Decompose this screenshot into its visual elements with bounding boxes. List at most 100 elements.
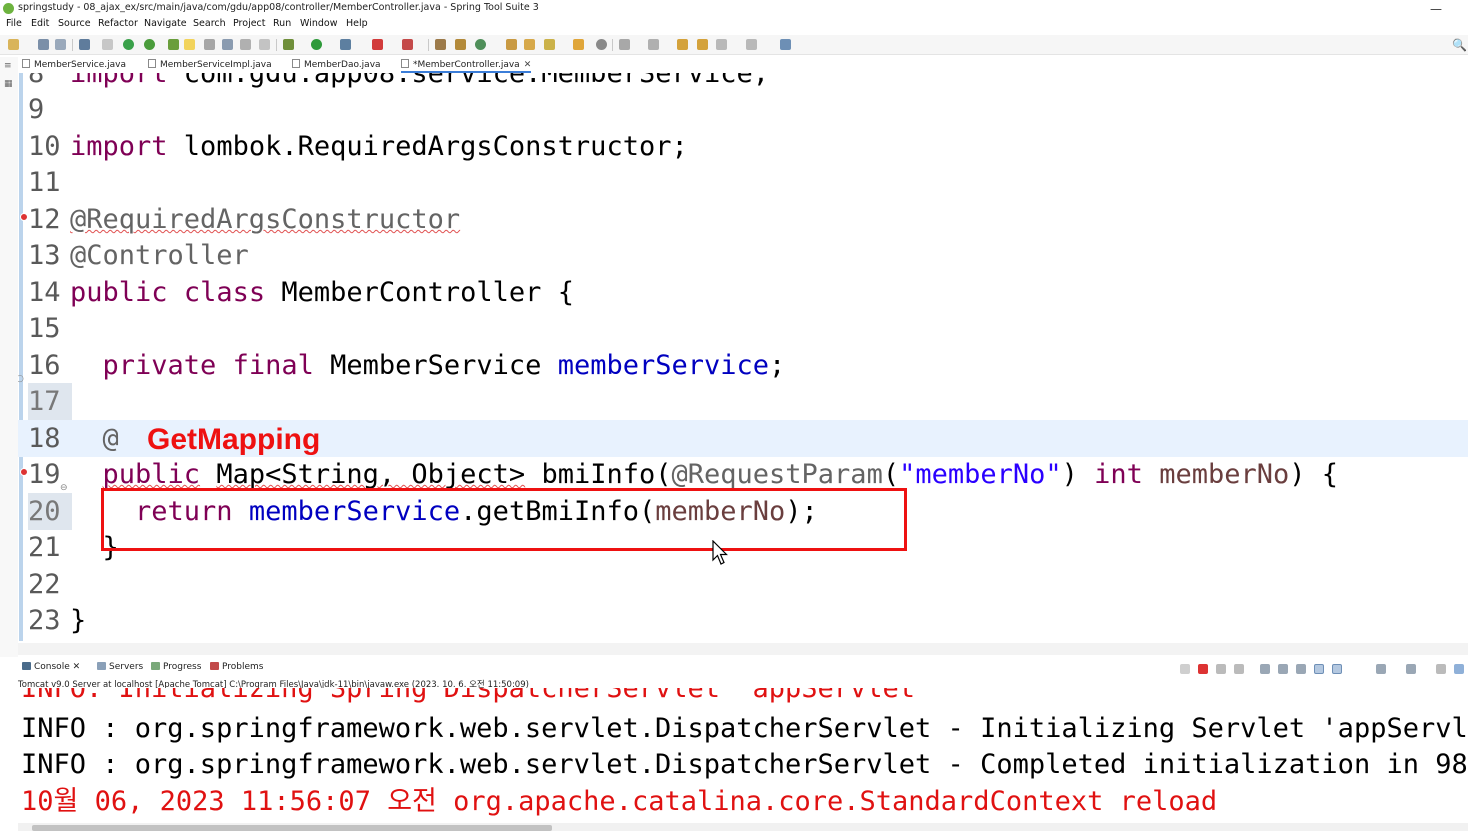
- console-icon: [22, 662, 31, 670]
- terminate-icon[interactable]: [1198, 664, 1208, 674]
- code-line[interactable]: 23 }: [18, 602, 1468, 639]
- editor-horizontal-scrollbar[interactable]: [18, 643, 1468, 655]
- maximize-view-icon[interactable]: [1454, 664, 1464, 674]
- code-text: import com.gdu.app08.service.MemberServi…: [70, 73, 769, 89]
- tab-memberserviceimpl[interactable]: MemberServiceImpl.java: [148, 57, 272, 73]
- code-line[interactable]: 22: [18, 566, 1468, 603]
- progress-icon: [151, 662, 160, 670]
- code-line[interactable]: 11: [18, 164, 1468, 201]
- menu-run[interactable]: Run: [273, 18, 291, 29]
- minimize-icon[interactable]: —: [1430, 2, 1442, 16]
- save-all-icon[interactable]: [55, 39, 66, 50]
- restore-icon[interactable]: ≡: [4, 61, 12, 71]
- terminal-icon[interactable]: [79, 39, 90, 50]
- debug-icon[interactable]: [168, 39, 179, 50]
- menu-bar: File Edit Source Refactor Navigate Searc…: [0, 18, 1468, 34]
- tab-membercontroller[interactable]: *MemberController.java ✕: [401, 57, 532, 73]
- globe-icon[interactable]: [596, 39, 607, 50]
- code-text: @RequiredArgsConstructor: [70, 204, 461, 235]
- previous-annotation-icon[interactable]: [648, 39, 659, 50]
- code-line[interactable]: 15: [18, 310, 1468, 347]
- mark-occurrences-icon[interactable]: [184, 39, 195, 50]
- terminate-relaunch-icon[interactable]: [1180, 664, 1190, 674]
- menu-search[interactable]: Search: [193, 18, 226, 29]
- console-output[interactable]: INFO: Initializing Spring DispatcherServ…: [18, 688, 1468, 823]
- publish-icon[interactable]: [402, 39, 413, 50]
- package-explorer-icon[interactable]: ▦: [4, 79, 13, 89]
- tab-servers[interactable]: Servers: [97, 662, 143, 672]
- paragraph-icon[interactable]: [259, 39, 270, 50]
- open-console-icon[interactable]: [1406, 664, 1416, 674]
- menu-project[interactable]: Project: [233, 18, 266, 29]
- line-number: 17: [28, 383, 72, 420]
- toggle-block-icon[interactable]: [204, 39, 215, 50]
- tab-progress[interactable]: Progress: [151, 662, 201, 672]
- scrollbar-thumb[interactable]: [32, 825, 552, 831]
- new-icon[interactable]: [8, 39, 19, 50]
- external-tools-icon[interactable]: [283, 39, 294, 50]
- code-line[interactable]: 8 import com.gdu.app08.service.MemberSer…: [18, 73, 1468, 92]
- code-line[interactable]: 14 public class MemberController {: [18, 274, 1468, 311]
- minimize-view-icon[interactable]: [1436, 664, 1446, 674]
- skip-breakpoints-icon[interactable]: [102, 39, 113, 50]
- word-wrap-icon[interactable]: [1296, 664, 1306, 674]
- menu-window[interactable]: Window: [300, 18, 337, 29]
- java-file-icon: [22, 59, 30, 68]
- code-line[interactable]: 17: [18, 383, 1468, 420]
- spring-boot-dashboard-icon[interactable]: [123, 39, 134, 50]
- main-toolbar: 🔍: [0, 35, 1468, 55]
- code-line[interactable]: ○ 16 private final MemberService memberS…: [18, 347, 1468, 384]
- next-annotation-icon[interactable]: [619, 39, 630, 50]
- tab-label: Servers: [109, 662, 144, 672]
- show-on-stderr-icon[interactable]: [1332, 664, 1342, 674]
- menu-edit[interactable]: Edit: [31, 18, 49, 29]
- stop-server-icon[interactable]: [372, 39, 383, 50]
- back-icon[interactable]: [716, 39, 727, 50]
- open-perspective-icon[interactable]: [780, 39, 791, 50]
- run-icon[interactable]: [311, 39, 322, 50]
- last-edit-icon[interactable]: [677, 39, 688, 50]
- forward-icon[interactable]: [746, 39, 757, 50]
- remove-all-icon[interactable]: [1234, 664, 1244, 674]
- scroll-lock-icon[interactable]: [1278, 664, 1288, 674]
- open-type-icon[interactable]: [506, 39, 517, 50]
- error-marker-icon[interactable]: [20, 468, 28, 476]
- new-java-project-icon[interactable]: [435, 39, 446, 50]
- remove-launch-icon[interactable]: [1216, 664, 1226, 674]
- code-editor[interactable]: 8 import com.gdu.app08.service.MemberSer…: [18, 73, 1468, 641]
- run-configurations-icon[interactable]: [340, 39, 351, 50]
- tab-console[interactable]: Console ✕: [22, 662, 80, 672]
- menu-help[interactable]: Help: [346, 18, 368, 29]
- tab-label: MemberServiceImpl.java: [160, 60, 272, 70]
- code-line[interactable]: 12 @RequiredArgsConstructor: [18, 201, 1468, 238]
- show-whitespace-icon[interactable]: [240, 39, 251, 50]
- search-tool-icon[interactable]: [544, 39, 555, 50]
- menu-navigate[interactable]: Navigate: [144, 18, 187, 29]
- code-line[interactable]: 13 @Controller: [18, 237, 1468, 274]
- tab-problems[interactable]: Problems: [210, 662, 263, 672]
- menu-file[interactable]: File: [6, 18, 22, 29]
- new-class-icon[interactable]: [475, 39, 486, 50]
- code-line[interactable]: 9: [18, 91, 1468, 128]
- back-history-icon[interactable]: [697, 39, 708, 50]
- menu-source[interactable]: Source: [58, 18, 91, 29]
- new-package-icon[interactable]: [455, 39, 466, 50]
- console-horizontal-scrollbar[interactable]: [18, 823, 1468, 831]
- menu-refactor[interactable]: Refactor: [98, 18, 138, 29]
- tab-memberservice[interactable]: MemberService.java: [22, 57, 126, 73]
- code-line[interactable]: 10 import lombok.RequiredArgsConstructor…: [18, 128, 1468, 165]
- search-icon[interactable]: 🔍: [1452, 38, 1467, 52]
- close-icon[interactable]: ✕: [524, 60, 532, 70]
- display-console-icon[interactable]: [1376, 664, 1386, 674]
- refresh-icon[interactable]: [144, 39, 155, 50]
- whitespace-icon[interactable]: [222, 39, 233, 50]
- error-marker-icon[interactable]: [20, 213, 28, 221]
- open-folder-icon[interactable]: [573, 39, 584, 50]
- save-icon[interactable]: [38, 39, 49, 50]
- show-on-stdout-icon[interactable]: [1314, 664, 1324, 674]
- line-number: 10: [28, 131, 61, 162]
- clear-console-icon[interactable]: [1260, 664, 1270, 674]
- open-task-icon[interactable]: [524, 39, 535, 50]
- tab-memberdao[interactable]: MemberDao.java: [292, 57, 381, 73]
- close-icon[interactable]: ✕: [73, 662, 81, 672]
